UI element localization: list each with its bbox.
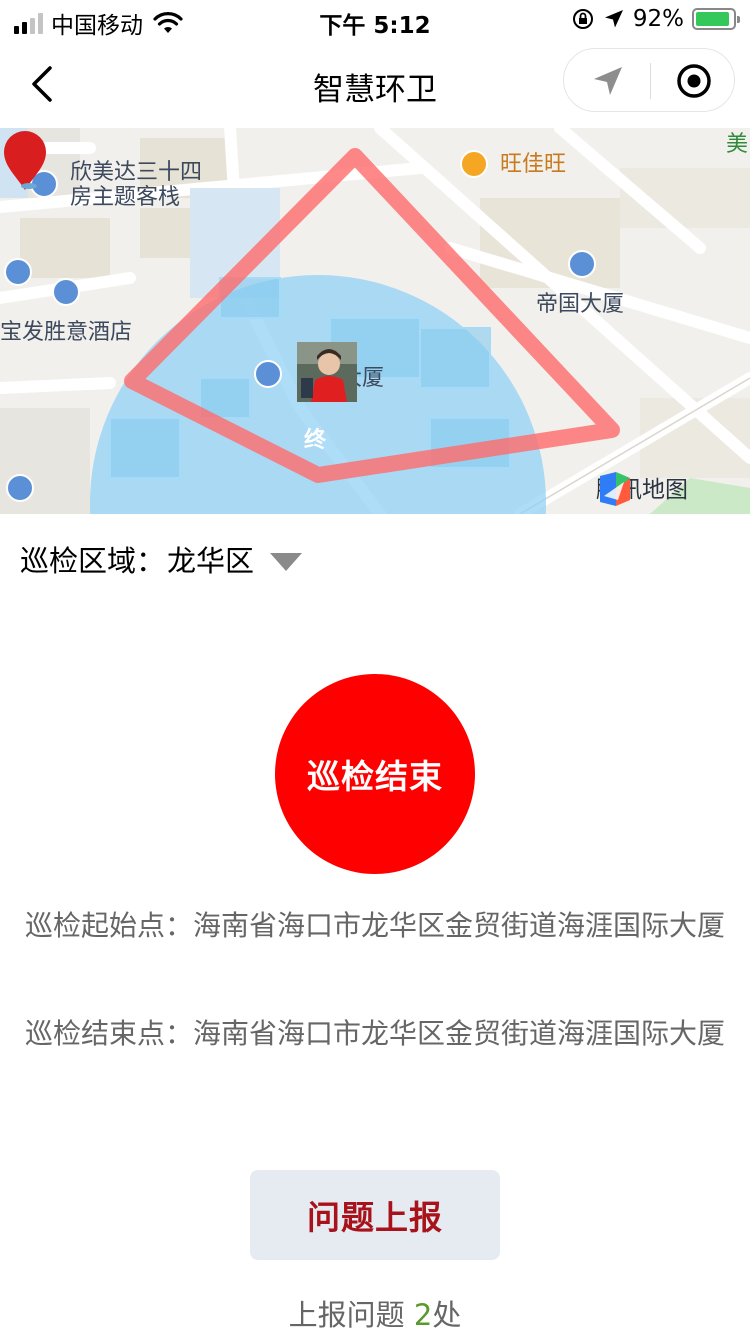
map-label-baofa-hotel: 宝发胜意酒店	[0, 320, 133, 345]
location-arrow-icon[interactable]	[586, 59, 630, 103]
map-label-diguo-dasha: 帝国大厦	[536, 292, 625, 317]
report-count-text: 上报问题 2处	[0, 1292, 750, 1334]
region-label: 巡检区域：	[20, 544, 166, 578]
hotel-icon	[52, 278, 80, 306]
map-label-wangjiawang: 旺佳旺	[500, 152, 567, 177]
map-label-hotel-xinmeida: 欣美达三十四 房主题客栈	[70, 160, 203, 210]
tencent-map-logo: 腾讯地图	[596, 470, 688, 506]
building-icon	[6, 474, 34, 502]
status-bar: 中国移动 下午 5:12 92%	[0, 0, 750, 40]
status-right: 92%	[571, 6, 740, 32]
report-count-prefix: 上报问题	[288, 1298, 414, 1332]
map-label-mei: 美	[726, 132, 749, 157]
report-issue-button[interactable]: 问题上报	[250, 1170, 500, 1260]
caret-down-icon[interactable]	[270, 553, 303, 571]
nav-bar: 智慧环卫	[0, 40, 750, 128]
shop-icon	[460, 150, 488, 178]
tencent-map-icon	[600, 472, 630, 506]
patrol-start-point: 巡检起始点：海南省海口市龙华区金贸街道海涯国际大厦	[24, 904, 726, 948]
start-point-address: 海南省海口市龙华区金贸街道海涯国际大厦	[193, 909, 726, 942]
record-circle-icon[interactable]	[672, 59, 716, 103]
map-view[interactable]: 欣美达三十四 房主题客栈 旺佳旺 帝国大厦 宝发胜意酒店 大厦 美 终 腾讯地图	[0, 128, 750, 514]
end-patrol-button[interactable]: 巡检结束	[275, 674, 475, 874]
report-issue-label: 问题上报	[307, 1198, 443, 1237]
region-value[interactable]: 龙华区	[167, 538, 254, 580]
report-count-suffix: 处	[432, 1298, 462, 1332]
region-selector[interactable]: 巡检区域： 龙华区	[20, 538, 303, 580]
end-patrol-label: 巡检结束	[307, 757, 443, 796]
end-point-address: 海南省海口市龙华区金贸街道海涯国际大厦	[193, 1017, 726, 1050]
building-icon	[254, 360, 282, 388]
battery-percent: 92%	[632, 6, 684, 32]
mini-program-capsule	[563, 48, 735, 112]
end-point-label: 巡检结束点：	[24, 1017, 193, 1050]
capsule-divider	[650, 63, 651, 99]
battery-fill	[696, 12, 730, 26]
orientation-lock-icon	[572, 9, 593, 29]
report-count-number: 2	[413, 1298, 433, 1332]
building-icon	[568, 250, 596, 278]
location-services-icon	[604, 10, 623, 28]
battery-icon	[692, 8, 740, 30]
restaurant-icon	[4, 258, 32, 286]
patrol-end-point: 巡检结束点：海南省海口市龙华区金贸街道海涯国际大厦	[24, 1012, 726, 1056]
end-marker-icon	[4, 131, 46, 190]
start-point-label: 巡检起始点：	[24, 909, 193, 942]
user-avatar[interactable]	[297, 342, 357, 402]
end-marker-label: 终	[303, 428, 326, 453]
